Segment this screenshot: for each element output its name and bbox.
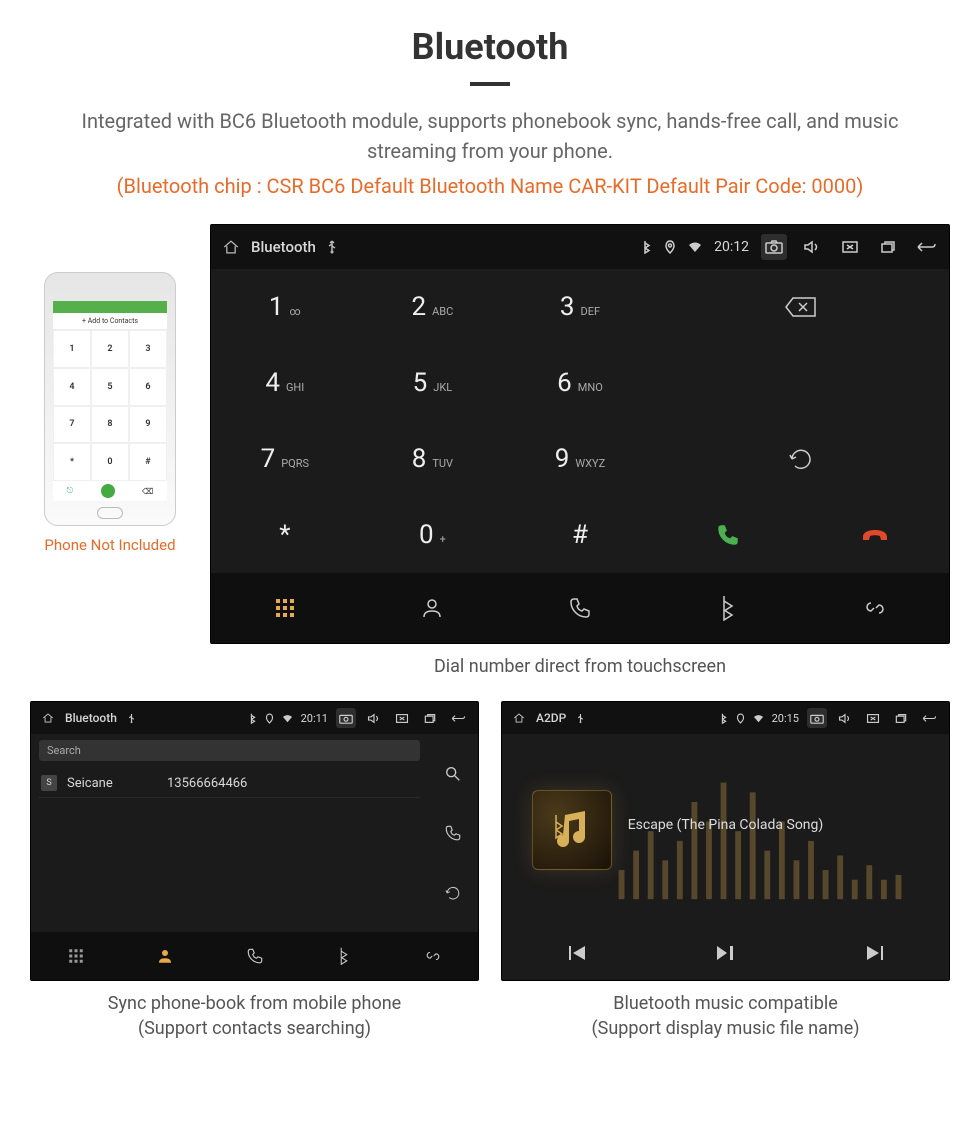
close-app-button[interactable]	[863, 708, 883, 728]
key-8[interactable]: 8TUV	[359, 421, 507, 497]
key-7[interactable]: 7PQRS	[211, 421, 359, 497]
redial-key[interactable]	[654, 421, 949, 497]
contact-number: 13566664466	[167, 776, 247, 791]
key-3[interactable]: 3DEF	[506, 269, 654, 345]
tab-bluetooth[interactable]	[299, 932, 388, 980]
backspace-key[interactable]	[654, 269, 949, 345]
contact-name: Seicane	[67, 776, 157, 791]
recent-apps-button[interactable]	[891, 708, 911, 728]
dialer-caption: Dial number direct from touchscreen	[210, 654, 950, 679]
key-6[interactable]: 6MNO	[506, 345, 654, 421]
contact-badge: S	[41, 775, 57, 791]
home-icon[interactable]	[41, 711, 55, 725]
location-icon	[736, 713, 745, 724]
bluetooth-status-icon	[642, 240, 652, 254]
call-button[interactable]	[654, 497, 802, 573]
tab-contacts[interactable]	[120, 932, 209, 980]
close-app-button[interactable]	[392, 708, 412, 728]
bottom-tabs	[211, 573, 949, 643]
camera-button[interactable]	[761, 234, 787, 260]
close-app-button[interactable]	[837, 234, 863, 260]
tab-keypad[interactable]	[211, 573, 359, 643]
sync-icon[interactable]	[444, 884, 462, 902]
status-time: 20:12	[714, 239, 749, 255]
description-text: Integrated with BC6 Bluetooth module, su…	[30, 106, 950, 166]
status-title: Bluetooth	[251, 238, 316, 256]
title-underline	[470, 82, 510, 86]
location-icon	[265, 713, 274, 724]
camera-button[interactable]	[807, 708, 827, 728]
prev-track-button[interactable]	[502, 926, 651, 980]
key-0[interactable]: 0+	[359, 497, 507, 573]
play-pause-button[interactable]	[651, 926, 800, 980]
key-9[interactable]: 9WXYZ	[506, 421, 654, 497]
music-device: A2DP 20:15	[501, 701, 950, 981]
tab-pair[interactable]	[801, 573, 949, 643]
hangup-button[interactable]	[801, 497, 949, 573]
status-title: A2DP	[536, 711, 566, 725]
album-art-icon	[532, 790, 612, 870]
search-input[interactable]: Search	[39, 740, 420, 761]
usb-icon	[127, 713, 136, 724]
key-4[interactable]: 4GHI	[211, 345, 359, 421]
page-title: Bluetooth	[30, 26, 950, 68]
status-time: 20:11	[301, 712, 328, 725]
back-button[interactable]	[913, 234, 939, 260]
spec-text: (Bluetooth chip : CSR BC6 Default Blueto…	[30, 174, 950, 198]
song-title: Escape (The Pina Colada Song)	[628, 817, 824, 833]
back-button[interactable]	[448, 708, 468, 728]
status-bar: Bluetooth 20:11	[31, 702, 478, 734]
key-#[interactable]: #	[506, 497, 654, 573]
camera-button[interactable]	[336, 708, 356, 728]
contact-row[interactable]: S Seicane 13566664466	[39, 769, 420, 798]
key-*[interactable]: *	[211, 497, 359, 573]
phone-column: + Add to Contacts 123 456 789 *0# ⎋⌫ Pho…	[30, 224, 190, 554]
status-bar: Bluetooth 20:12	[211, 225, 949, 269]
search-icon[interactable]	[444, 765, 462, 783]
phone-add-contacts: + Add to Contacts	[53, 313, 167, 330]
home-icon[interactable]	[221, 237, 241, 257]
volume-button[interactable]	[835, 708, 855, 728]
status-time: 20:15	[772, 712, 799, 725]
tab-recent-calls[interactable]	[506, 573, 654, 643]
call-icon[interactable]	[444, 824, 462, 842]
tab-recent-calls[interactable]	[210, 932, 299, 980]
recent-apps-button[interactable]	[875, 234, 901, 260]
usb-icon	[576, 713, 585, 724]
tab-keypad[interactable]	[31, 932, 120, 980]
key-1[interactable]: 1∞	[211, 269, 359, 345]
contacts-device: Bluetooth 20:11	[30, 701, 479, 981]
tab-bluetooth[interactable]	[654, 573, 802, 643]
wifi-icon	[282, 714, 293, 723]
tab-contacts[interactable]	[359, 573, 507, 643]
usb-icon	[326, 240, 338, 254]
phone-mockup: + Add to Contacts 123 456 789 *0# ⎋⌫	[44, 272, 176, 526]
status-title: Bluetooth	[65, 711, 117, 725]
wifi-icon	[688, 241, 702, 253]
location-icon	[664, 240, 676, 254]
volume-button[interactable]	[799, 234, 825, 260]
next-track-button[interactable]	[800, 926, 949, 980]
phone-caption: Phone Not Included	[30, 536, 190, 554]
bluetooth-status-icon	[249, 713, 257, 724]
recent-apps-button[interactable]	[420, 708, 440, 728]
dialer-device: Bluetooth 20:12	[210, 224, 950, 644]
key-5[interactable]: 5JKL	[359, 345, 507, 421]
music-caption: Bluetooth music compatible(Support displ…	[501, 991, 950, 1041]
dial-keypad: 1∞2ABC3DEF 4GHI5JKL6MNO 7PQRS8TUV9WXYZ *0+#	[211, 269, 654, 573]
wifi-icon	[753, 714, 764, 723]
status-bar: A2DP 20:15	[502, 702, 949, 734]
key-2[interactable]: 2ABC	[359, 269, 507, 345]
back-button[interactable]	[919, 708, 939, 728]
home-icon[interactable]	[512, 711, 526, 725]
tab-pair[interactable]	[389, 932, 478, 980]
contacts-caption: Sync phone-book from mobile phone(Suppor…	[30, 991, 479, 1041]
bluetooth-status-icon	[720, 713, 728, 724]
volume-button[interactable]	[364, 708, 384, 728]
